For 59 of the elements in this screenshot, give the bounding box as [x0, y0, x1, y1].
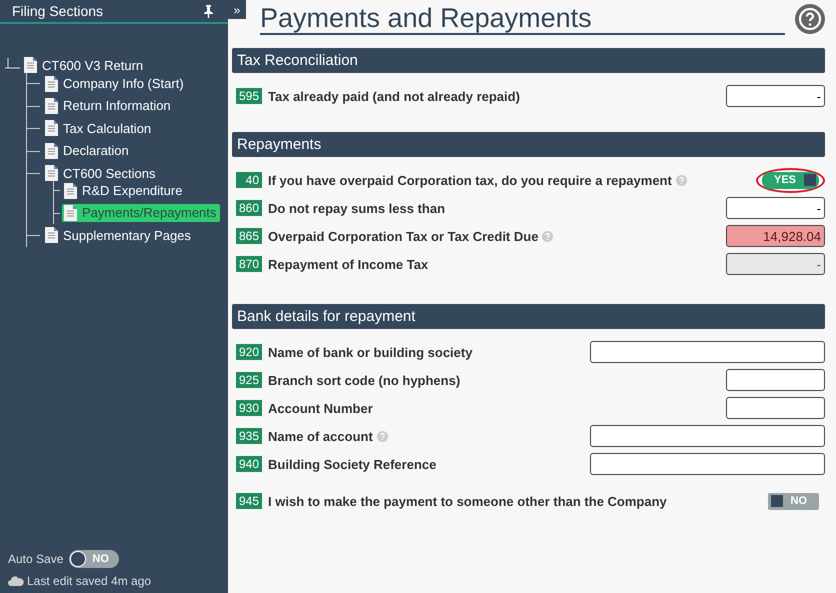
document-icon [45, 227, 58, 244]
field-label: Do not repay sums less than [268, 200, 446, 216]
page-title: Payments and Repayments [260, 0, 785, 35]
input-field[interactable] [726, 369, 825, 391]
box-number: 870 [236, 256, 262, 272]
help-icon[interactable] [795, 4, 825, 34]
tree-item[interactable]: Company Info (Start) [43, 74, 188, 93]
section-header: Tax Reconciliation [232, 48, 825, 73]
box-number: 940 [236, 456, 262, 472]
field-label: Tax already paid (and not already repaid) [268, 88, 520, 104]
tree-item[interactable]: CT600 Sections [43, 164, 160, 182]
sidebar-title: Filing Sections [12, 3, 104, 19]
box-number: 930 [236, 400, 262, 416]
save-status: Last edit saved 4m ago [27, 574, 152, 588]
cloud-icon [8, 576, 24, 586]
input-field[interactable]: - [726, 85, 825, 107]
input-field[interactable] [590, 341, 825, 363]
tree-item[interactable]: CT600 V3 Return [22, 56, 148, 74]
tree-item[interactable]: Return Information [43, 96, 175, 115]
field-label: Account Number [268, 400, 373, 416]
input-field[interactable] [590, 453, 825, 475]
box-number: 40 [236, 172, 262, 188]
tree-item[interactable]: Supplementary Pages [43, 226, 195, 244]
field-label: I wish to make the payment to someone other than the Company [268, 494, 667, 508]
document-icon [24, 57, 37, 74]
box-number: 860 [236, 200, 262, 216]
tree-item[interactable]: Payments/Repayments [62, 204, 220, 222]
field-label: If you have overpaid Corporation tax, do you require a repayment [268, 172, 672, 188]
field-label: Name of account [268, 428, 373, 444]
input-field[interactable] [590, 425, 825, 447]
input-field[interactable] [726, 397, 825, 419]
input-field[interactable]: 14,928.04 [726, 225, 825, 247]
field-label: Branch sort code (no hyphens) [268, 372, 460, 388]
document-icon [45, 98, 58, 114]
document-icon [45, 165, 58, 182]
collapse-button[interactable]: » [228, 0, 246, 19]
tree-item[interactable]: Declaration [43, 142, 133, 160]
box-number: 925 [236, 372, 262, 388]
box-number: 920 [236, 344, 262, 360]
section-header: Bank details for repayment [232, 304, 825, 329]
box-number: 865 [236, 228, 262, 244]
document-icon [45, 142, 58, 159]
section-header: Repayments [232, 132, 825, 157]
field-label: Building Society Reference [268, 456, 436, 472]
tree-item[interactable]: Tax Calculation [43, 119, 156, 138]
field-label: Repayment of Income Tax [268, 256, 428, 272]
document-icon [64, 182, 77, 199]
document-icon [45, 120, 58, 136]
field-label: Overpaid Corporation Tax or Tax Credit Due [268, 228, 538, 244]
field-label: Name of bank or building society [268, 344, 472, 360]
box-number: 595 [236, 88, 262, 104]
box-number: 945 [236, 493, 262, 509]
auto-save-label: Auto Save [8, 552, 64, 566]
pin-icon[interactable] [203, 4, 214, 18]
tree-item[interactable]: R&D Expenditure [62, 182, 186, 200]
document-icon [64, 204, 77, 221]
document-icon [45, 76, 58, 92]
input-field[interactable]: - [726, 197, 825, 219]
box-number: 935 [236, 428, 262, 444]
